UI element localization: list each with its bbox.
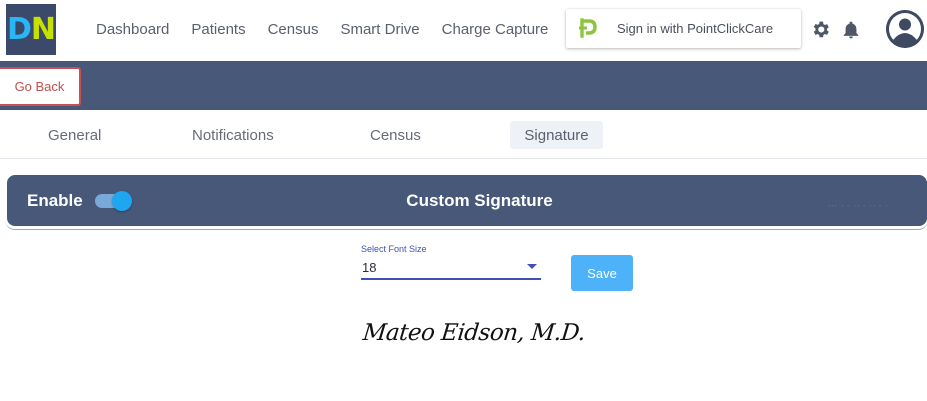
tab-general[interactable]: General <box>36 121 113 149</box>
tab-notifications[interactable]: Notifications <box>180 121 286 149</box>
avatar[interactable] <box>886 10 924 48</box>
pointclickcare-signin-label: Sign in with PointClickCare <box>617 21 774 36</box>
main-nav: Dashboard Patients Census Smart Drive Ch… <box>96 21 548 38</box>
page-header-bar <box>0 61 927 110</box>
nav-census[interactable]: Census <box>268 21 319 38</box>
chevron-down-icon <box>527 264 537 269</box>
logo-letter-d: D <box>6 12 32 47</box>
nav-charge-capture[interactable]: Charge Capture <box>442 21 549 38</box>
signature-preview: Mateo Eidson, M.D. <box>361 320 587 346</box>
font-size-label: Select Font Size <box>361 244 427 254</box>
settings-tabs: General Notifications Census Signature <box>0 110 927 159</box>
go-back-button[interactable]: Go Back <box>0 67 81 106</box>
gear-icon[interactable] <box>810 19 831 40</box>
tab-signature[interactable]: Signature <box>510 121 603 149</box>
custom-signature-title: Custom Signature <box>406 191 553 210</box>
bell-icon[interactable] <box>841 19 861 41</box>
nav-smart-drive[interactable]: Smart Drive <box>340 21 419 38</box>
top-navbar: DN Dashboard Patients Census Smart Drive… <box>0 0 927 61</box>
pointclickcare-signin-button[interactable]: Sign in with PointClickCare <box>566 9 801 48</box>
nav-patients[interactable]: Patients <box>191 21 245 38</box>
user-avatar-icon <box>886 10 924 48</box>
signature-card-header: Enable Custom Signature ‐‐‐ ‐ ‐ ‐‐ ‐ ‐‐ … <box>7 175 927 226</box>
tab-census[interactable]: Census <box>358 121 433 149</box>
save-button[interactable]: Save <box>571 255 633 291</box>
font-size-value: 18 <box>362 260 377 275</box>
nav-dashboard[interactable]: Dashboard <box>96 21 169 38</box>
font-size-select[interactable]: 18 <box>361 258 541 280</box>
app-logo[interactable]: DN <box>6 4 56 55</box>
pointclickcare-icon <box>579 18 597 38</box>
logo-letter-n: N <box>30 12 56 47</box>
faint-placeholder-marks: ‐‐‐ ‐ ‐ ‐‐ ‐ ‐‐ ‐ ‐ <box>828 203 889 210</box>
